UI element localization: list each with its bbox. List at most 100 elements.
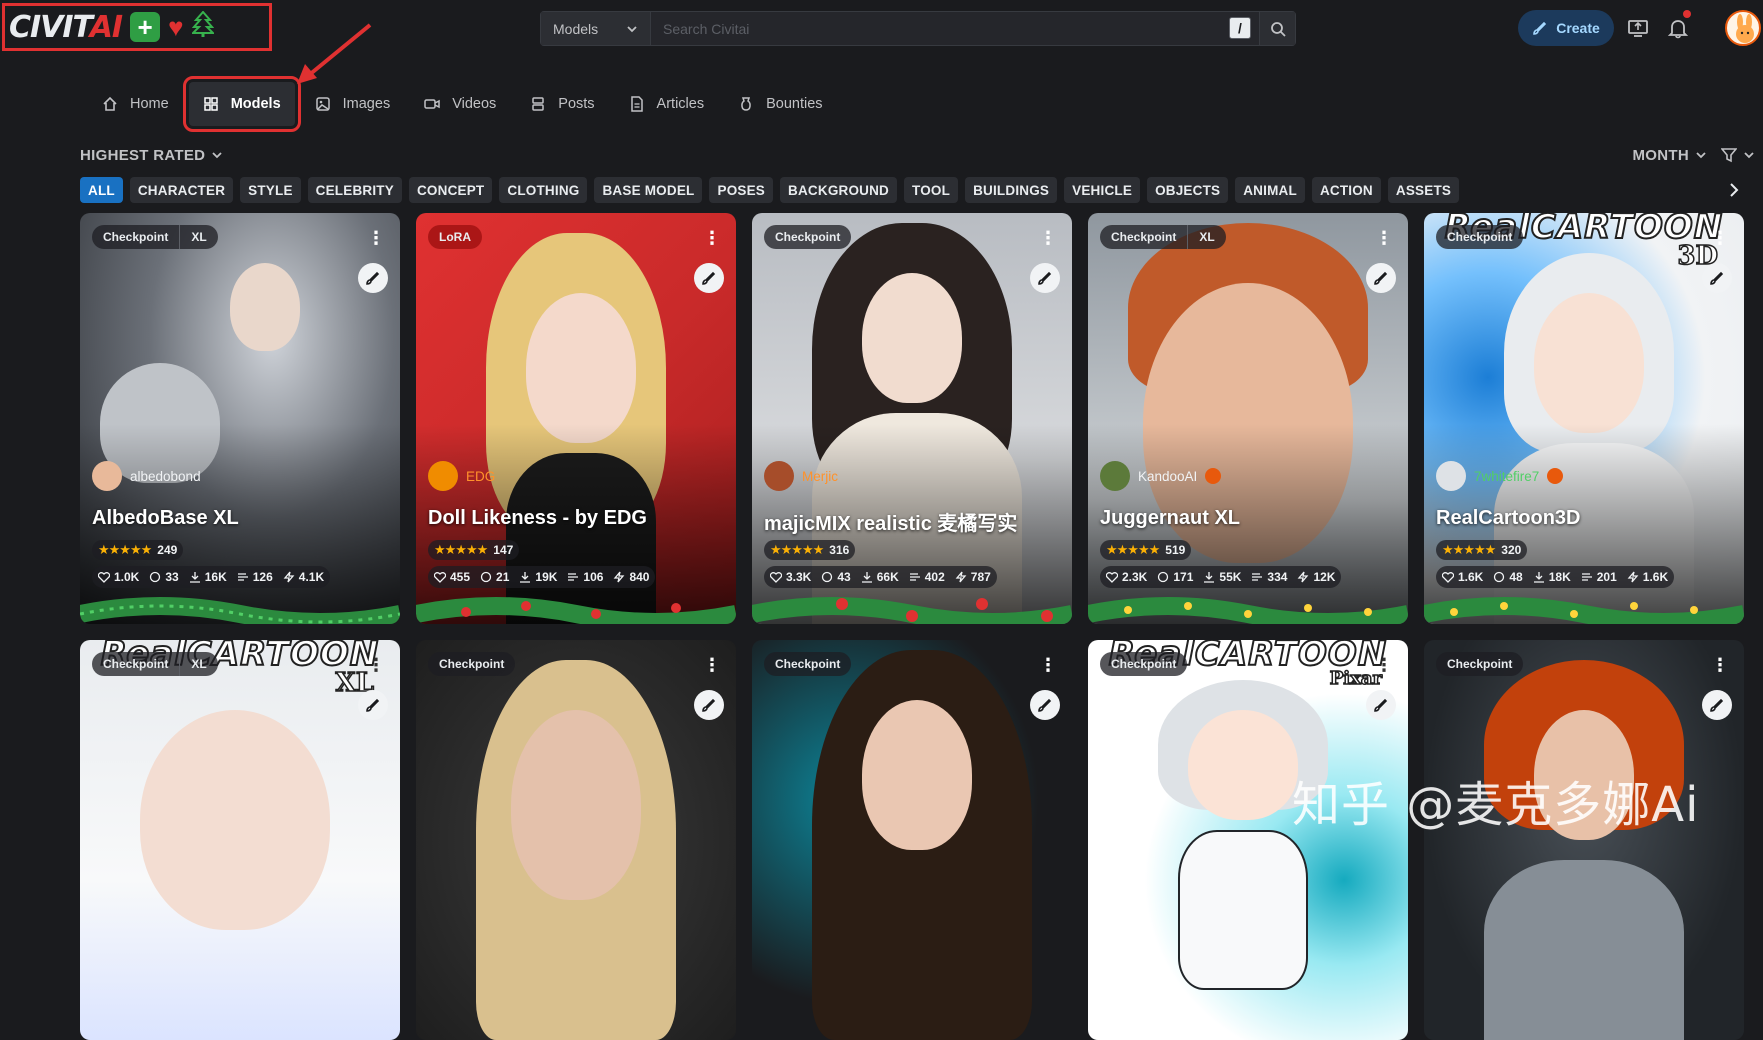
top-bar: CIVITAI + ♥ Models / Create <box>0 0 1763 56</box>
creator[interactable]: EDG <box>428 461 495 491</box>
more-menu-icon[interactable]: ⋮ <box>366 227 386 249</box>
brush-icon <box>1533 21 1547 35</box>
home-icon <box>103 96 117 111</box>
model-card[interactable]: Checkpoint XL ⋮ KandooAI Juggernaut XL ★★… <box>1088 213 1408 624</box>
chip-buildings[interactable]: BUILDINGS <box>965 177 1058 203</box>
video-icon <box>424 99 440 109</box>
type-badges: Checkpoint XL <box>92 225 218 249</box>
filter-button[interactable] <box>1721 147 1755 163</box>
more-menu-icon[interactable]: ⋮ <box>1038 227 1058 249</box>
chip-celebrity[interactable]: CELEBRITY <box>307 177 402 203</box>
generations-stat: 334 <box>1251 570 1287 584</box>
chip-animal[interactable]: ANIMAL <box>1235 177 1305 203</box>
more-menu-icon[interactable]: ⋮ <box>1038 654 1058 676</box>
bounty-icon <box>741 97 751 111</box>
nav-models[interactable]: Models <box>182 76 301 132</box>
chip-action[interactable]: ACTION <box>1311 177 1381 203</box>
generate-brush-icon[interactable] <box>1366 263 1396 293</box>
more-menu-icon[interactable]: ⋮ <box>1710 227 1730 249</box>
generate-brush-icon[interactable] <box>1030 263 1060 293</box>
model-card[interactable]: RealCARTOON 3D Checkpoint ⋮ 7whitefire7 … <box>1424 213 1744 624</box>
nav-label: Posts <box>558 96 595 112</box>
generate-brush-icon[interactable] <box>1702 690 1732 720</box>
search-input[interactable] <box>651 12 1229 45</box>
nav-bounties[interactable]: Bounties <box>724 82 836 126</box>
generate-brush-icon[interactable] <box>358 263 388 293</box>
chip-clothing[interactable]: CLOTHING <box>499 177 588 203</box>
chip-vehicle[interactable]: VEHICLE <box>1064 177 1141 203</box>
generations-stat: 402 <box>909 570 945 584</box>
plus-icon[interactable]: + <box>130 12 161 42</box>
chips-next-arrow[interactable] <box>1722 178 1746 202</box>
chip-tool[interactable]: TOOL <box>904 177 959 203</box>
model-card[interactable]: Checkpoint ⋮ <box>416 640 736 1040</box>
chip-poses[interactable]: POSES <box>709 177 774 203</box>
sort-dropdown[interactable]: HIGHEST RATED <box>80 147 223 164</box>
user-avatar[interactable] <box>1725 10 1761 46</box>
chip-concept[interactable]: CONCEPT <box>408 177 493 203</box>
model-name[interactable]: Doll Likeness - by EDG <box>428 507 647 530</box>
nav-articles[interactable]: Articles <box>615 82 719 126</box>
model-name[interactable]: majicMIX realistic 麦橘写实 <box>764 507 1017 536</box>
civitai-logo[interactable]: CIVITAI <box>9 10 123 45</box>
rating-count: 316 <box>829 543 850 557</box>
nav-images[interactable]: Images <box>301 82 405 126</box>
more-menu-icon[interactable]: ⋮ <box>1374 227 1394 249</box>
rating-count: 249 <box>157 543 178 557</box>
watermark-text: 知乎 @麦克多娜Ai <box>1292 777 1700 833</box>
chip-base-model[interactable]: BASE MODEL <box>594 177 703 203</box>
type-badge: LoRA <box>439 230 471 244</box>
model-card[interactable]: RealCARTOON Pixar Checkpoint ⋮ <box>1088 640 1408 1040</box>
generate-brush-icon[interactable] <box>1030 690 1060 720</box>
model-name[interactable]: Juggernaut XL <box>1100 507 1240 530</box>
model-card[interactable]: Checkpoint XL ⋮ albedobond AlbedoBase XL … <box>80 213 400 624</box>
model-card[interactable]: Checkpoint ⋮ <box>752 640 1072 1040</box>
more-menu-icon[interactable]: ⋮ <box>1710 654 1730 676</box>
model-card[interactable]: Checkpoint ⋮ <box>1424 640 1744 1040</box>
chip-assets[interactable]: ASSETS <box>1387 177 1460 203</box>
nav-posts[interactable]: Posts <box>516 82 608 126</box>
type-badge: Checkpoint <box>1447 230 1513 244</box>
model-name[interactable]: RealCartoon3D <box>1436 507 1580 530</box>
generate-brush-icon[interactable] <box>694 263 724 293</box>
creator[interactable]: 7whitefire7 <box>1436 461 1564 491</box>
nav-videos[interactable]: Videos <box>410 82 510 126</box>
chip-all[interactable]: ALL <box>80 177 123 203</box>
search-category-select[interactable]: Models <box>541 12 651 45</box>
search-button[interactable] <box>1259 12 1295 45</box>
period-dropdown[interactable]: MONTH <box>1633 147 1708 164</box>
chip-background[interactable]: BACKGROUND <box>780 177 898 203</box>
main-nav: Home Models Images Videos Posts Articles… <box>88 76 837 132</box>
heart-icon <box>1442 572 1454 583</box>
more-menu-icon[interactable]: ⋮ <box>702 654 722 676</box>
likes-stat: 3.3K <box>770 570 811 584</box>
generate-brush-icon[interactable] <box>694 690 724 720</box>
upload-button[interactable] <box>1624 14 1652 42</box>
creator-avatar <box>1100 461 1130 491</box>
more-menu-icon[interactable]: ⋮ <box>1374 654 1394 676</box>
generate-brush-icon[interactable] <box>1702 263 1732 293</box>
more-menu-icon[interactable]: ⋮ <box>366 654 386 676</box>
nav-home[interactable]: Home <box>88 82 183 126</box>
notifications-button[interactable] <box>1664 10 1692 42</box>
creator[interactable]: KandooAI <box>1100 461 1222 491</box>
downloads-stat: 18K <box>1533 570 1571 584</box>
model-card[interactable]: RealCARTOON XL Checkpoint XL ⋮ <box>80 640 400 1040</box>
model-card[interactable]: LoRA ⋮ EDG Doll Likeness - by EDG ★★★★★ 1… <box>416 213 736 624</box>
tree-icon[interactable] <box>190 9 215 44</box>
generate-brush-icon[interactable] <box>1366 690 1396 720</box>
model-card[interactable]: Checkpoint ⋮ Merjic majicMIX realistic 麦… <box>752 213 1072 624</box>
heart-icon[interactable]: ♥ <box>168 12 183 43</box>
logo-annotation-box[interactable]: CIVITAI + ♥ <box>2 3 272 51</box>
create-button[interactable]: Create <box>1518 10 1614 46</box>
model-name[interactable]: AlbedoBase XL <box>92 507 239 530</box>
creator-avatar <box>428 461 458 491</box>
chip-character[interactable]: CHARACTER <box>129 177 234 203</box>
generate-brush-icon[interactable] <box>358 690 388 720</box>
search-shortcut-key: / <box>1229 17 1251 39</box>
creator[interactable]: Merjic <box>764 461 838 491</box>
creator[interactable]: albedobond <box>92 461 201 491</box>
more-menu-icon[interactable]: ⋮ <box>702 227 722 249</box>
chip-objects[interactable]: OBJECTS <box>1147 177 1229 203</box>
chip-style[interactable]: STYLE <box>240 177 301 203</box>
